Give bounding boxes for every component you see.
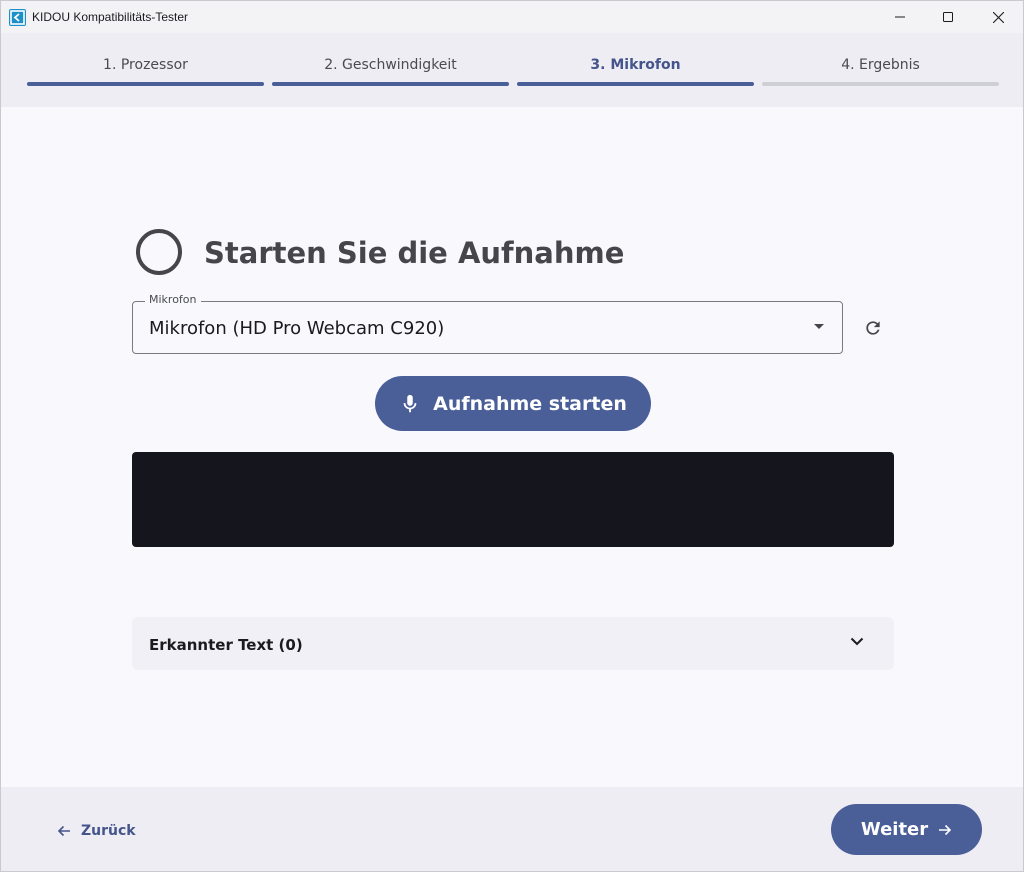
step-label: 4. Ergebnis: [841, 57, 920, 73]
step-bar-active: [517, 82, 754, 86]
close-button[interactable]: [975, 1, 1021, 33]
microphone-select[interactable]: Mikrofon Mikrofon (HD Pro Webcam C920): [132, 293, 843, 354]
step-bar-done: [27, 82, 264, 86]
start-recording-label: Aufnahme starten: [433, 392, 627, 415]
footer-bar: Zurück Weiter: [1, 787, 1023, 871]
refresh-icon: [866, 321, 880, 335]
window-title: KIDOU Kompatibilitäts-Tester: [32, 10, 189, 24]
step-label-active: 3. Mikrofon: [590, 57, 681, 73]
start-recording-button[interactable]: Aufnahme starten: [375, 376, 651, 431]
arrow-left-icon: [57, 824, 71, 838]
microphone-select-label: Mikrofon: [145, 293, 201, 306]
caret-down-icon: [814, 324, 824, 329]
step-bar-pending: [762, 82, 999, 86]
recognized-text-accordion[interactable]: Erkannter Text (0): [132, 617, 894, 670]
next-label: Weiter: [860, 819, 929, 840]
main-content: Starten Sie die Aufnahme Mikrofon Mikrof…: [1, 107, 1023, 787]
minimize-icon: [895, 16, 905, 18]
step-label: 1. Prozessor: [103, 57, 188, 73]
back-label: Zurück: [81, 823, 136, 839]
microphone-icon: [399, 392, 421, 416]
maximize-icon: [943, 12, 953, 22]
step-progress: 1. Prozessor 2. Geschwindigkeit 3. Mikro…: [1, 33, 1023, 107]
step-label: 2. Geschwindigkeit: [324, 57, 457, 73]
maximize-button[interactable]: [925, 1, 971, 33]
app-window: KIDOU Kompatibilitäts-Tester 1. Prozesso…: [0, 0, 1024, 872]
minimize-button[interactable]: [877, 1, 923, 33]
back-button[interactable]: Zurück: [57, 819, 136, 843]
kidou-logo-icon: [9, 9, 26, 26]
arrow-right-icon: [938, 823, 952, 837]
step-mikrofon[interactable]: 3. Mikrofon: [517, 33, 754, 107]
chevron-down-icon: [850, 637, 864, 646]
step-bar-done: [272, 82, 509, 86]
microphone-select-value: Mikrofon (HD Pro Webcam C920): [149, 318, 445, 339]
step-ergebnis[interactable]: 4. Ergebnis: [762, 33, 999, 107]
refresh-button[interactable]: [859, 314, 887, 342]
page-title: Starten Sie die Aufnahme: [204, 236, 625, 270]
title-bar: KIDOU Kompatibilitäts-Tester: [1, 1, 1023, 33]
audio-waveform: [132, 452, 894, 547]
empty-circle-icon: [136, 229, 182, 275]
step-geschwindigkeit[interactable]: 2. Geschwindigkeit: [272, 33, 509, 107]
recognized-text-label: Erkannter Text (0): [149, 636, 303, 654]
step-prozessor[interactable]: 1. Prozessor: [27, 33, 264, 107]
close-icon: [992, 11, 1004, 23]
next-button[interactable]: Weiter: [831, 804, 982, 855]
